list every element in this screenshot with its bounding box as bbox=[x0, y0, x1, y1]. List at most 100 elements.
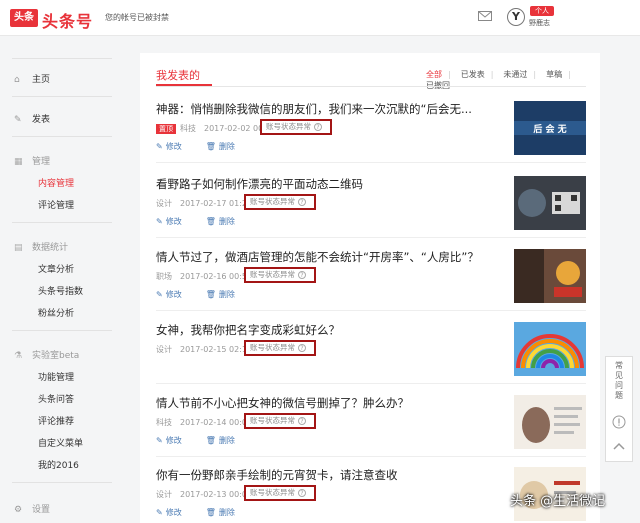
sidebar-divider bbox=[12, 222, 112, 223]
article-thumbnail[interactable] bbox=[514, 395, 586, 449]
article-time: 2017-02-15 02:17 bbox=[180, 345, 253, 354]
sidebar-item-publish[interactable]: ✎ 发表 bbox=[14, 112, 50, 125]
article-actions: ✎ 修改 🗑 删除 bbox=[156, 435, 259, 446]
delete-label: 删除 bbox=[218, 142, 235, 151]
delete-label: 删除 bbox=[218, 217, 235, 226]
article-meta: 设计 2017-02-17 01:28 bbox=[156, 198, 252, 209]
article-thumbnail[interactable] bbox=[514, 249, 586, 303]
article-actions: ✎ 修改 🗑 删除 bbox=[156, 216, 259, 227]
sidebar-item-comment-manage[interactable]: 评论管理 bbox=[38, 198, 74, 211]
delete-button[interactable]: 🗑 删除 bbox=[206, 436, 247, 445]
faq-button[interactable]: 常见问题 bbox=[606, 361, 632, 401]
sidebar-item-label: 主页 bbox=[32, 75, 51, 85]
filter-separator: | bbox=[568, 70, 571, 79]
filter-rejected[interactable]: 未通过 bbox=[503, 69, 527, 80]
sidebar-item-qa[interactable]: 头条问答 bbox=[38, 392, 74, 405]
edit-label: 修改 bbox=[165, 142, 182, 151]
status-label: 账号状态异常 bbox=[250, 416, 295, 425]
article-category: 设计 bbox=[156, 490, 172, 499]
trash-icon: 🗑 bbox=[205, 508, 216, 517]
sidebar-item-comment-recommend[interactable]: 评论推荐 bbox=[38, 414, 74, 427]
article-thumbnail[interactable]: 后 会 无 bbox=[514, 101, 586, 155]
main-panel: 我发表的 全部|已发表|未通过|草稿|已撤回 神器：悄悄删除我微信的朋友们，我们… bbox=[140, 53, 600, 523]
edit-icon: ✎ bbox=[156, 436, 163, 445]
edit-button[interactable]: ✎ 修改 bbox=[156, 142, 194, 151]
watermark: 头条 @生活微记 bbox=[510, 494, 606, 509]
help-icon[interactable]: ? bbox=[298, 417, 306, 425]
article-category: 设计 bbox=[156, 345, 172, 354]
sidebar-item-feature-manage[interactable]: 功能管理 bbox=[38, 370, 74, 383]
edit-button[interactable]: ✎ 修改 bbox=[156, 508, 194, 517]
account-type-badge: 个人 bbox=[530, 6, 554, 16]
sidebar-section-stats: ▤ 数据统计 bbox=[14, 240, 68, 253]
article-item: 女神，我帮你把名字变成彩虹好么？ 设计 2017-02-15 02:17 账号状态… bbox=[156, 322, 586, 384]
sidebar-item-fan-analysis[interactable]: 粉丝分析 bbox=[38, 306, 74, 319]
section-label: 数据统计 bbox=[32, 243, 69, 253]
page-title: 我发表的 bbox=[156, 69, 200, 82]
delete-label: 删除 bbox=[218, 290, 235, 299]
filter-all[interactable]: 全部 bbox=[426, 69, 442, 80]
article-thumbnail[interactable] bbox=[514, 322, 586, 376]
sidebar-item-custom-menu[interactable]: 自定义菜单 bbox=[38, 436, 83, 449]
status-badge: 账号状态异常? bbox=[244, 194, 316, 210]
help-icon[interactable]: ? bbox=[298, 344, 306, 352]
sidebar-item-content-manage[interactable]: 内容管理 bbox=[38, 176, 74, 189]
article-item: 情人节前不小心把女神的微信号删掉了？肿么办？ 科技 2017-02-14 00:0… bbox=[156, 395, 586, 457]
ban-notice: 您的帐号已被封禁 bbox=[105, 13, 169, 22]
sidebar-item-my-2016[interactable]: 我的2016 bbox=[38, 458, 79, 471]
section-label: 管理 bbox=[32, 157, 51, 167]
help-icon[interactable]: ? bbox=[298, 271, 306, 279]
sidebar: ⌂ 主页 ✎ 发表 ▦ 管理 内容管理 评论管理 ▤ 数据统计 文章分析 头条号指数 粉… bbox=[0, 36, 120, 523]
edit-button[interactable]: ✎ 修改 bbox=[156, 290, 194, 299]
logo-text[interactable]: 头条号 bbox=[42, 8, 93, 32]
sidebar-item-article-analysis[interactable]: 文章分析 bbox=[38, 262, 74, 275]
article-title[interactable]: 神器：悄悄删除我微信的朋友们，我们来一次沉默的“后会无... bbox=[156, 101, 506, 117]
logo-box[interactable]: 头条 bbox=[10, 9, 38, 27]
filter-draft[interactable]: 草稿 bbox=[546, 69, 562, 80]
help-icon[interactable]: ? bbox=[298, 489, 306, 497]
sidebar-item-home[interactable]: ⌂ 主页 bbox=[14, 72, 50, 85]
chevron-up-icon[interactable] bbox=[612, 441, 626, 451]
sidebar-item-settings[interactable]: ⚙ 设置 bbox=[14, 502, 50, 515]
article-category: 科技 bbox=[156, 418, 172, 427]
delete-button[interactable]: 🗑 删除 bbox=[206, 508, 247, 517]
filter-separator: | bbox=[490, 70, 494, 79]
article-category: 设计 bbox=[156, 199, 172, 208]
delete-button[interactable]: 🗑 删除 bbox=[206, 142, 247, 151]
article-title[interactable]: 你有一份野郎亲手绘制的元宵贺卡，请注意查收 bbox=[156, 467, 506, 483]
article-category: 职场 bbox=[156, 272, 172, 281]
delete-button[interactable]: 🗑 删除 bbox=[206, 217, 247, 226]
info-icon[interactable] bbox=[612, 415, 626, 429]
sidebar-item-account-index[interactable]: 头条号指数 bbox=[38, 284, 83, 297]
article-title[interactable]: 女神，我帮你把名字变成彩虹好么？ bbox=[156, 322, 506, 338]
status-label: 账号状态异常 bbox=[250, 270, 295, 279]
edit-button[interactable]: ✎ 修改 bbox=[156, 217, 194, 226]
article-time: 2017-02-14 00:05 bbox=[180, 418, 253, 427]
gear-icon: ⚙ bbox=[14, 505, 23, 515]
edit-icon: ✎ bbox=[156, 290, 163, 299]
article-thumbnail[interactable] bbox=[514, 176, 586, 230]
username[interactable]: 野鹿志 bbox=[529, 18, 550, 28]
status-label: 账号状态异常 bbox=[250, 488, 295, 497]
help-icon[interactable]: ? bbox=[298, 198, 306, 206]
delete-button[interactable]: 🗑 删除 bbox=[206, 290, 247, 299]
edit-button[interactable]: ✎ 修改 bbox=[156, 436, 194, 445]
avatar[interactable]: Y bbox=[507, 8, 525, 26]
filter-separator: | bbox=[448, 70, 451, 79]
article-item: 看野路子如何制作漂亮的平面动态二维码 设计 2017-02-17 01:28 账号… bbox=[156, 176, 586, 238]
edit-icon: ✎ bbox=[156, 508, 163, 517]
mail-icon[interactable] bbox=[478, 11, 492, 21]
thumb-text: 后 会 无 bbox=[533, 123, 566, 135]
article-title[interactable]: 情人节前不小心把女神的微信号删掉了？肿么办？ bbox=[156, 395, 506, 411]
pinned-badge: 置顶 bbox=[156, 124, 176, 134]
sidebar-item-label: 发表 bbox=[32, 115, 51, 125]
chart-icon: ▤ bbox=[14, 243, 23, 253]
article-title[interactable]: 看野路子如何制作漂亮的平面动态二维码 bbox=[156, 176, 506, 192]
filter-published[interactable]: 已发表 bbox=[461, 69, 485, 80]
edit-label: 修改 bbox=[165, 217, 182, 226]
article-category: 科技 bbox=[180, 124, 196, 133]
edit-icon: ✎ bbox=[14, 115, 22, 125]
article-title[interactable]: 情人节过了，做酒店管理的怎能不会统计“开房率”、“人房比”？ bbox=[156, 249, 506, 265]
article-item: 情人节过了，做酒店管理的怎能不会统计“开房率”、“人房比”？ 职场 2017-02… bbox=[156, 249, 586, 311]
help-icon[interactable]: ? bbox=[314, 123, 322, 131]
